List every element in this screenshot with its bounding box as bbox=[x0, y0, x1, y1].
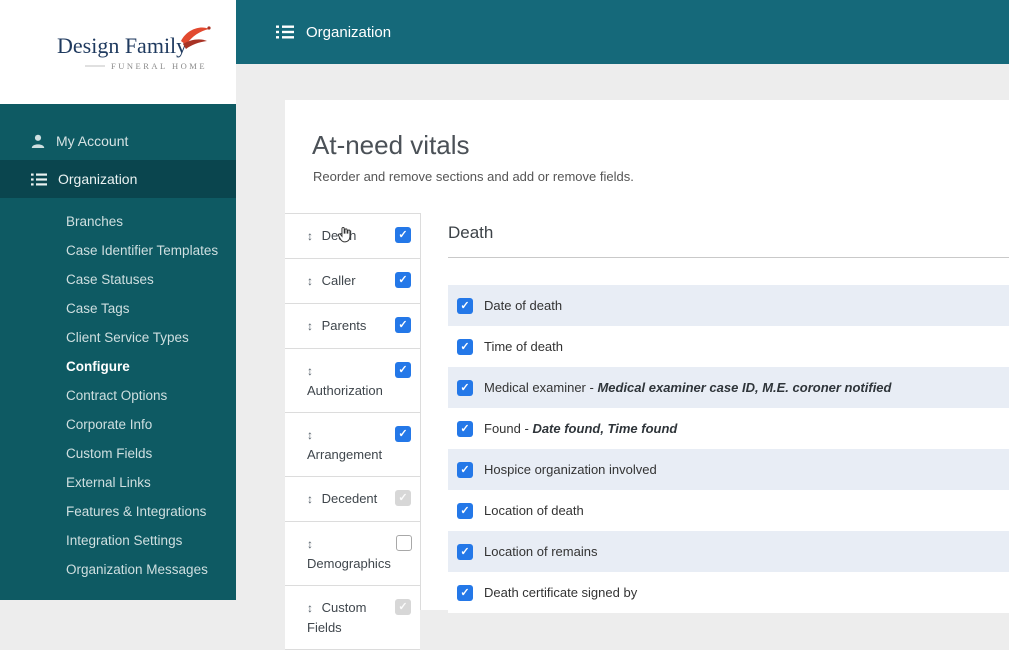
field-row[interactable]: ✓ Location of death bbox=[448, 490, 1009, 531]
field-row[interactable]: ✓ Time of death bbox=[448, 326, 1009, 367]
field-label: Medical examiner - Medical examiner case… bbox=[484, 379, 892, 395]
sidebar-item-custom-fields[interactable]: Custom Fields bbox=[0, 439, 236, 468]
content-card: At-need vitals Reorder and remove sectio… bbox=[285, 100, 1009, 650]
logo-image: Design Family FUNERAL HOME bbox=[57, 26, 211, 71]
field-label: Death certificate signed by bbox=[484, 584, 638, 600]
field-label: Found - Date found, Time found bbox=[484, 420, 678, 436]
sidebar-item-organization-messages[interactable]: Organization Messages bbox=[0, 555, 236, 584]
section-row[interactable]: ↕ Death ✓ bbox=[285, 214, 420, 259]
list-icon[interactable] bbox=[276, 25, 294, 39]
drag-handle-icon[interactable]: ↕ bbox=[307, 492, 313, 506]
section-row[interactable]: ↕ Parents ✓ bbox=[285, 304, 420, 349]
field-detail: Date found, Time found bbox=[532, 420, 678, 436]
main-area: At-need vitals Reorder and remove sectio… bbox=[236, 64, 1009, 650]
section-label: ↕ Death bbox=[307, 228, 357, 243]
topbar-title: Organization bbox=[306, 23, 392, 41]
sidebar-item-contract-options[interactable]: Contract Options bbox=[0, 381, 236, 410]
fields-panel: Death ✓ Date of death ✓ Time of death ✓ Medic… bbox=[448, 213, 1009, 613]
sidebar-subitems: Branches Case Identifier Templates Case St… bbox=[0, 207, 236, 584]
section-checkbox[interactable]: ✓ bbox=[395, 317, 411, 333]
sidebar-item-configure[interactable]: Configure bbox=[0, 352, 236, 381]
drag-handle-icon[interactable]: ↕ bbox=[307, 601, 313, 615]
sidebar-item-features-integrations[interactable]: Features & Integrations bbox=[0, 497, 236, 526]
field-label: Date of death bbox=[484, 297, 563, 313]
section-label: ↕ Caller bbox=[307, 273, 356, 288]
field-label: Location of death bbox=[484, 502, 584, 518]
sidebar-item-case-identifier-templates[interactable]: Case Identifier Templates bbox=[0, 236, 236, 265]
section-row[interactable]: ↕ Arrangement ✓ bbox=[285, 413, 420, 477]
field-detail: Medical examiner case ID, M.E. coroner n… bbox=[597, 379, 892, 395]
section-checkbox[interactable]: ✓ bbox=[395, 426, 411, 442]
field-checkbox[interactable]: ✓ bbox=[457, 380, 473, 396]
field-row[interactable]: ✓ Location of remains bbox=[448, 531, 1009, 572]
field-label: Time of death bbox=[484, 338, 564, 354]
sidebar-item-integration-settings[interactable]: Integration Settings bbox=[0, 526, 236, 555]
drag-handle-icon[interactable]: ↕ bbox=[307, 537, 313, 551]
drag-handle-icon[interactable]: ↕ bbox=[307, 319, 313, 333]
section-label: ↕ Custom Fields bbox=[307, 600, 367, 635]
field-checkbox[interactable]: ✓ bbox=[457, 462, 473, 478]
list-icon bbox=[31, 173, 47, 185]
sidebar-item-branches[interactable]: Branches bbox=[0, 207, 236, 236]
sidebar: Design Family FUNERAL HOME My Account Or… bbox=[0, 0, 236, 600]
field-row[interactable]: ✓ Hospice organization involved bbox=[448, 449, 1009, 490]
section-label: ↕ Authorization bbox=[307, 364, 383, 398]
field-checkbox[interactable]: ✓ bbox=[457, 421, 473, 437]
page-title: At-need vitals bbox=[312, 130, 470, 160]
field-row[interactable]: ✓ Found - Date found, Time found bbox=[448, 408, 1009, 449]
section-row[interactable]: ↕ Authorization ✓ bbox=[285, 349, 420, 413]
section-checkbox[interactable]: ✓ bbox=[395, 362, 411, 378]
drag-handle-icon[interactable]: ↕ bbox=[307, 274, 313, 288]
topbar: Organization bbox=[236, 0, 1009, 64]
field-row[interactable]: ✓ Medical examiner - Medical examiner cas… bbox=[448, 367, 1009, 408]
sidebar-item-case-tags[interactable]: Case Tags bbox=[0, 294, 236, 323]
field-checkbox[interactable]: ✓ bbox=[457, 585, 473, 601]
field-row[interactable]: ✓ Date of death bbox=[448, 285, 1009, 326]
sidebar-item-label: My Account bbox=[56, 133, 129, 149]
sidebar-item-external-links[interactable]: External Links bbox=[0, 468, 236, 497]
sidebar-item-client-service-types[interactable]: Client Service Types bbox=[0, 323, 236, 352]
field-checkbox[interactable]: ✓ bbox=[457, 339, 473, 355]
sidebar-item-organization[interactable]: Organization bbox=[0, 160, 236, 198]
field-checkbox[interactable]: ✓ bbox=[457, 298, 473, 314]
logo-subtitle: FUNERAL HOME bbox=[111, 61, 207, 71]
sidebar-nav: My Account Organization Branches Case Ide… bbox=[0, 122, 236, 584]
field-label: Location of remains bbox=[484, 543, 598, 559]
sidebar-item-corporate-info[interactable]: Corporate Info bbox=[0, 410, 236, 439]
drag-handle-icon[interactable]: ↕ bbox=[307, 364, 313, 378]
sidebar-item-label: Organization bbox=[58, 171, 138, 187]
section-row[interactable]: ↕ Caller ✓ bbox=[285, 259, 420, 304]
page-subtitle: Reorder and remove sections and add or r… bbox=[313, 169, 634, 184]
logo-title: Design Family bbox=[57, 33, 187, 58]
fields-header: Death bbox=[448, 223, 1009, 258]
logo: Design Family FUNERAL HOME bbox=[0, 0, 236, 104]
field-checkbox[interactable]: ✓ bbox=[457, 544, 473, 560]
field-label: Hospice organization involved bbox=[484, 461, 657, 477]
section-label: ↕ Decedent bbox=[307, 491, 378, 506]
section-checkbox[interactable] bbox=[395, 535, 412, 551]
drag-handle-icon[interactable]: ↕ bbox=[307, 229, 313, 243]
section-checkbox[interactable]: ✓ bbox=[395, 272, 411, 288]
section-checkbox: ✓ bbox=[395, 599, 411, 615]
section-label: ↕ Arrangement bbox=[307, 428, 383, 462]
user-icon bbox=[31, 134, 45, 148]
section-checkbox[interactable]: ✓ bbox=[395, 227, 411, 243]
sidebar-item-my-account[interactable]: My Account bbox=[0, 122, 236, 160]
field-row[interactable]: ✓ Death certificate signed by bbox=[448, 572, 1009, 613]
section-list: ↕ Death ✓ ↕ Caller ✓ ↕ Parents ✓ ↕ Authorizati… bbox=[285, 213, 421, 650]
field-list: ✓ Date of death ✓ Time of death ✓ Medical exa… bbox=[448, 285, 1009, 613]
field-checkbox[interactable]: ✓ bbox=[457, 503, 473, 519]
section-row[interactable]: ↕ Decedent ✓ bbox=[285, 477, 420, 522]
section-row[interactable]: ↕ Demographics bbox=[285, 522, 420, 586]
section-row[interactable]: ↕ Custom Fields ✓ bbox=[285, 586, 420, 650]
section-label: ↕ Parents bbox=[307, 318, 367, 333]
section-checkbox: ✓ bbox=[395, 490, 411, 506]
drag-handle-icon[interactable]: ↕ bbox=[307, 428, 313, 442]
section-label: ↕ Demographics bbox=[307, 537, 391, 571]
sidebar-item-case-statuses[interactable]: Case Statuses bbox=[0, 265, 236, 294]
